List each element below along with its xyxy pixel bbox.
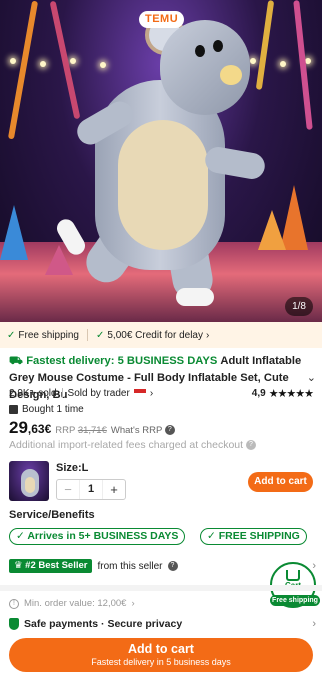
whats-rrp-link[interactable]: What's RRP ? <box>111 425 175 436</box>
bought-info: Bought 1 time <box>9 404 84 415</box>
price-row: 29,63€ RRP 31,71€ What's RRP ? <box>9 418 175 438</box>
rating[interactable]: 4,9 ★★★★★ <box>251 387 314 400</box>
divider <box>86 329 88 341</box>
increase-quantity-button[interactable]: + <box>103 480 125 499</box>
add-to-cart-button[interactable]: Add to cart <box>248 472 313 492</box>
rating-value: 4,9 <box>251 387 266 399</box>
free-shipping-label: Free shipping <box>18 329 79 341</box>
bottom-safe-area <box>0 680 322 700</box>
decrease-quantity-button[interactable]: − <box>57 480 79 499</box>
free-shipping-badge[interactable]: ✓ FREE SHIPPING <box>200 528 307 545</box>
product-meta-row: 2,9K+ sold Sold by trader › 4,9 ★★★★★ <box>9 386 314 400</box>
service-benefits-title: Service/Benefits <box>9 509 95 521</box>
best-seller-row[interactable]: ♛ #2 Best Seller from this seller ? <box>9 559 178 573</box>
question-icon: ? <box>164 425 175 436</box>
temu-logo: TEMU <box>139 11 185 28</box>
bottom-cta-label: Add to cart <box>128 642 194 656</box>
check-icon: ✓ <box>7 329 16 341</box>
cart-icon <box>286 570 300 581</box>
bag-icon <box>9 405 18 414</box>
chevron-right-icon[interactable]: › <box>312 618 316 630</box>
chevron-right-icon[interactable]: › <box>312 560 316 572</box>
size-selector[interactable]: Size:L <box>56 462 88 474</box>
truck-icon: ⛟ <box>9 355 24 367</box>
rrp: RRP 31,71€ <box>55 425 107 436</box>
min-order-label: Min. order value: 12,00€ <box>24 598 127 609</box>
product-image[interactable]: TEMU 1/8 <box>0 0 322 322</box>
chevron-right-icon: › <box>149 387 154 399</box>
price: 29,63€ <box>9 418 52 437</box>
arrival-badge[interactable]: ✓ Arrives in 5+ BUSINESS DAYS <box>9 528 186 545</box>
flag-icon <box>133 389 146 397</box>
sold-by[interactable]: Sold by trader <box>68 388 130 399</box>
bottom-cta-sub: Fastest delivery in 5 business days <box>91 657 231 667</box>
import-fees-note[interactable]: Additional import-related fees charged a… <box>9 439 256 451</box>
best-seller-badge: ♛ #2 Best Seller <box>9 559 93 573</box>
fast-delivery-label: Fastest delivery: 5 BUSINESS DAYS <box>26 355 218 367</box>
cart-free-shipping-label: Free shipping <box>270 595 320 606</box>
safe-payments-label: Safe payments · Secure privacy <box>24 618 183 630</box>
safe-payments-row[interactable]: Safe payments · Secure privacy <box>9 618 182 630</box>
quantity-value[interactable]: 1 <box>79 480 103 499</box>
info-icon: ! <box>9 598 19 609</box>
credit-label: 5,00€ Credit for delay <box>107 329 203 341</box>
bought-label: Bought 1 time <box>22 404 84 415</box>
star-rating-icon: ★★★★★ <box>268 387 314 400</box>
chevron-right-icon: › <box>131 598 135 609</box>
bottom-add-to-cart-button[interactable]: Add to cart Fastest delivery in 5 busine… <box>9 638 313 672</box>
question-icon: ? <box>245 440 256 451</box>
shield-icon <box>9 618 19 630</box>
image-page-counter: 1/8 <box>285 297 313 316</box>
quantity-stepper[interactable]: − 1 + <box>56 479 126 500</box>
sold-count: 2,9K+ sold <box>9 387 57 399</box>
variant-thumbnail[interactable] <box>9 461 49 501</box>
divider <box>61 388 63 398</box>
min-order-row[interactable]: ! Min. order value: 12,00€ › <box>9 598 135 609</box>
check-icon: ✓ <box>95 329 105 341</box>
section-divider <box>0 585 322 591</box>
chevron-down-icon[interactable]: ⌄ <box>307 371 316 384</box>
question-icon: ? <box>167 561 178 571</box>
seller-text: from this seller <box>97 560 163 572</box>
shipping-banner[interactable]: ✓ Free shipping ✓ 5,00€ Credit for delay… <box>0 322 322 348</box>
chevron-right-icon: › <box>206 329 210 341</box>
